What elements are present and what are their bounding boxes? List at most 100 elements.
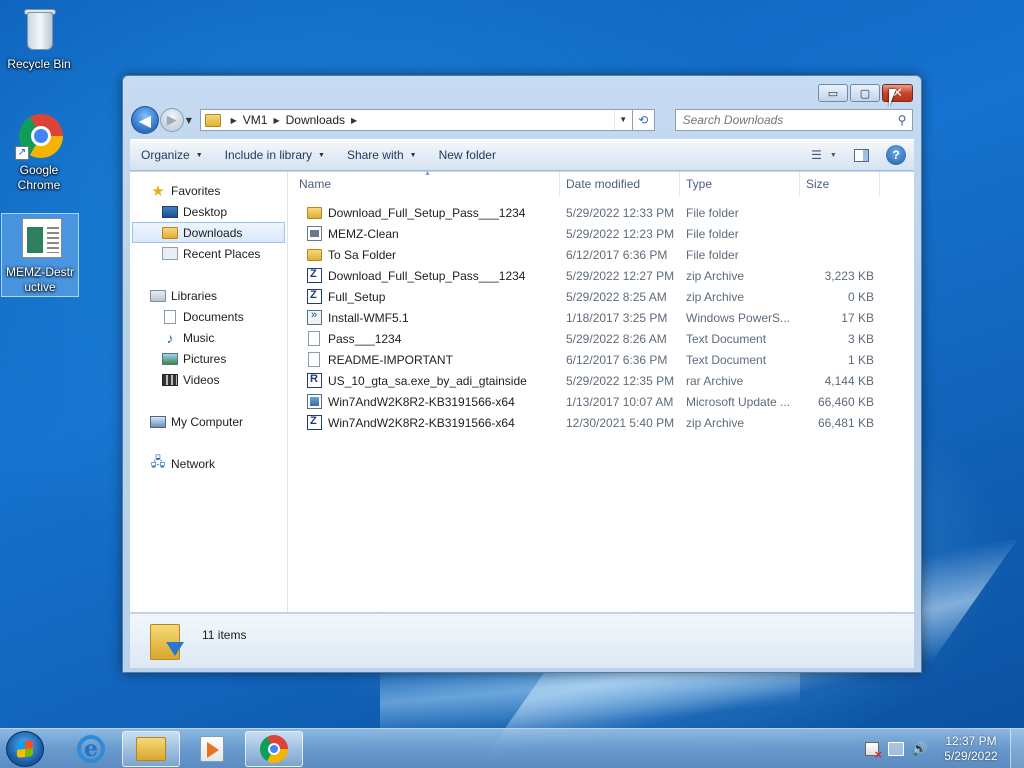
nav-libraries[interactable]: Libraries <box>130 285 287 306</box>
preview-pane-button[interactable] <box>848 144 874 166</box>
search-box[interactable]: ⚲ <box>674 109 914 131</box>
file-type: zip Archive <box>686 268 745 283</box>
nav-network[interactable]: 🖧 Network <box>130 453 287 474</box>
library-icon <box>150 289 166 302</box>
shortcut-arrow-icon: ↗ <box>15 146 29 160</box>
file-size: 3 KB <box>847 331 874 346</box>
desktop-icon-recycle-bin[interactable]: Recycle Bin <box>0 6 78 72</box>
back-button[interactable]: ◀ <box>131 106 159 134</box>
folder-icon <box>307 248 322 261</box>
search-icon[interactable]: ⚲ <box>892 113 912 127</box>
file-row[interactable]: US_10_gta_sa.exe_by_adi_gtainside 5/29/2… <box>288 370 914 391</box>
nav-label: Libraries <box>171 288 218 303</box>
zip-archive-icon <box>307 289 322 304</box>
file-size: 3,223 KB <box>824 268 874 283</box>
volume-icon[interactable]: 🔊 <box>910 739 930 759</box>
desktop-icon <box>162 205 178 218</box>
file-size: 4,144 KB <box>824 373 874 388</box>
file-date: 5/29/2022 12:33 PM <box>566 205 675 220</box>
share-with-button[interactable]: Share with ▼ <box>336 142 428 168</box>
file-size: 66,481 KB <box>817 415 874 430</box>
file-name: README-IMPORTANT <box>328 352 453 367</box>
nav-label: Downloads <box>183 225 243 240</box>
file-row[interactable]: Pass___1234 5/29/2022 8:26 AM Text Docum… <box>288 328 914 349</box>
new-folder-button[interactable]: New folder <box>428 142 507 168</box>
desktop-icon-google-chrome[interactable]: ↗ Google Chrome <box>0 112 78 193</box>
desktop-icon-memz-destructive[interactable]: MEMZ-Destructive <box>1 213 79 297</box>
breadcrumb-downloads[interactable]: Downloads <box>286 113 345 127</box>
folder-icon <box>204 113 221 127</box>
help-button[interactable]: ? <box>886 145 906 165</box>
start-button[interactable] <box>6 731 44 767</box>
taskbar-google-chrome[interactable] <box>245 731 303 767</box>
nav-item-videos[interactable]: Videos <box>130 369 287 390</box>
folder-icon <box>307 206 322 219</box>
taskbar-media-player[interactable] <box>183 731 241 767</box>
clock-time: 12:37 PM <box>945 734 997 748</box>
nav-item-documents[interactable]: Documents <box>130 306 287 327</box>
change-view-button[interactable]: ☰ ▼ <box>804 144 844 166</box>
column-header-date-modified[interactable]: Date modified <box>560 172 680 196</box>
show-desktop-button[interactable] <box>1010 729 1024 768</box>
search-input[interactable] <box>682 113 893 127</box>
nav-item-recent-places[interactable]: Recent Places <box>130 243 287 264</box>
downloads-folder-icon <box>150 620 186 660</box>
chevron-down-icon: ▼ <box>195 151 203 159</box>
taskbar-windows-explorer[interactable] <box>122 731 180 767</box>
file-row[interactable]: MEMZ-Clean 5/29/2022 12:23 PM File folde… <box>288 223 914 244</box>
nav-item-downloads[interactable]: Downloads <box>132 222 285 243</box>
network-status-icon[interactable] <box>886 739 906 759</box>
recent-places-icon <box>162 247 178 260</box>
computer-icon <box>150 415 166 428</box>
action-center-icon[interactable] <box>862 739 883 761</box>
include-in-library-button[interactable]: Include in library ▼ <box>214 142 336 168</box>
taskbar-clock[interactable]: 12:37 PM 5/29/2022 <box>932 734 1010 764</box>
file-row[interactable]: Win7AndW2K8R2-KB3191566-x64 1/13/2017 10… <box>288 391 914 412</box>
column-header-type[interactable]: Type <box>680 172 800 196</box>
file-type: File folder <box>686 247 739 262</box>
file-name: Full_Setup <box>328 289 386 304</box>
chevron-right-icon[interactable]: ▶ <box>231 116 237 125</box>
breadcrumb-vm1[interactable]: VM1 <box>243 113 268 127</box>
mouse-cursor-icon <box>889 89 903 107</box>
preview-pane-icon <box>853 148 869 162</box>
chevron-right-icon[interactable]: ▶ <box>351 116 357 125</box>
text-document-icon <box>308 331 320 346</box>
taskbar-internet-explorer[interactable]: e <box>62 731 120 767</box>
file-row[interactable]: Download_Full_Setup_Pass___1234 5/29/202… <box>288 202 914 223</box>
minimize-button[interactable]: ▭ <box>818 84 848 102</box>
nav-item-music[interactable]: ♪ Music <box>130 327 287 348</box>
address-history-dropdown[interactable]: ▼ <box>613 110 632 130</box>
recent-pages-dropdown[interactable]: ▼ <box>186 116 196 125</box>
forward-button[interactable]: ▶ <box>159 108 184 132</box>
column-header-size[interactable]: Size <box>800 172 880 196</box>
maximize-button[interactable]: ▢ <box>850 84 880 102</box>
file-row[interactable]: README-IMPORTANT 6/12/2017 6:36 PM Text … <box>288 349 914 370</box>
nav-label: Pictures <box>183 351 227 366</box>
file-size: 1 KB <box>847 352 874 367</box>
file-type: zip Archive <box>686 289 745 304</box>
nav-favorites[interactable]: ★ Favorites <box>130 180 287 201</box>
nav-label: Documents <box>183 309 244 324</box>
application-icon <box>307 226 322 241</box>
refresh-button[interactable]: ⟲ <box>632 109 655 131</box>
file-row[interactable]: Win7AndW2K8R2-KB3191566-x64 12/30/2021 5… <box>288 412 914 433</box>
address-bar[interactable]: ▶ VM1 ▶ Downloads ▶ ▼ <box>199 109 633 131</box>
system-tray: 🔊 12:37 PM 5/29/2022 <box>860 729 1024 768</box>
file-type: File folder <box>686 205 739 220</box>
file-date: 1/13/2017 10:07 AM <box>566 394 674 409</box>
file-row[interactable]: Install-WMF5.1 1/18/2017 3:25 PM Windows… <box>288 307 914 328</box>
desktop-icon-label: MEMZ-Destructive <box>6 265 74 294</box>
nav-item-pictures[interactable]: Pictures <box>130 348 287 369</box>
nav-item-desktop[interactable]: Desktop <box>130 201 287 222</box>
chevron-right-icon[interactable]: ▶ <box>273 116 279 125</box>
file-row[interactable]: To Sa Folder 6/12/2017 6:36 PM File fold… <box>288 244 914 265</box>
nav-my-computer[interactable]: My Computer <box>130 411 287 432</box>
file-row[interactable]: Download_Full_Setup_Pass___1234 5/29/202… <box>288 265 914 286</box>
update-package-icon <box>307 394 322 409</box>
file-row[interactable]: Full_Setup 5/29/2022 8:25 AM zip Archive… <box>288 286 914 307</box>
text-document-icon <box>308 352 320 367</box>
file-name: Win7AndW2K8R2-KB3191566-x64 <box>328 394 515 409</box>
organize-button[interactable]: Organize ▼ <box>130 142 214 168</box>
column-header-name[interactable]: ▲ Name <box>288 170 560 196</box>
